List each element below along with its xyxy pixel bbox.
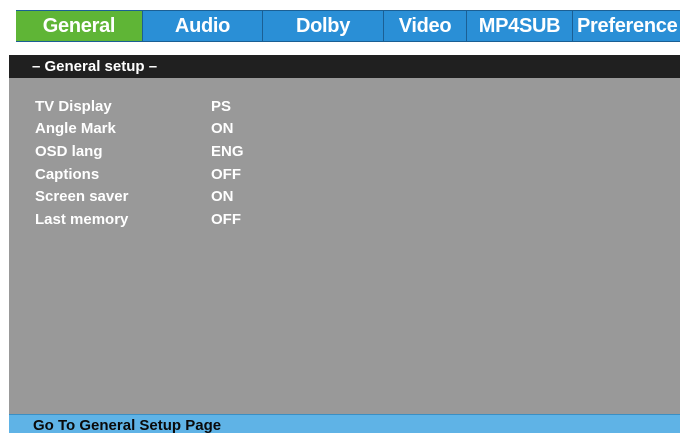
setting-row-osd-lang[interactable]: OSD lang ENG [35, 140, 291, 163]
setting-value: ENG [211, 142, 244, 160]
setting-label: Screen saver [35, 188, 129, 206]
setting-label: TV Display [35, 97, 112, 115]
setting-value: OFF [211, 165, 241, 183]
setting-row-last-memory[interactable]: Last memory OFF [35, 208, 291, 231]
setting-label: Angle Mark [35, 120, 116, 138]
setting-value: PS [211, 97, 232, 115]
setting-row-angle-mark[interactable]: Angle Mark ON [35, 118, 291, 141]
setting-value: OFF [211, 210, 241, 228]
section-header: – General setup – [9, 55, 680, 78]
tab-general[interactable]: General [16, 11, 143, 41]
setting-label: Last memory [35, 210, 129, 228]
setting-row-captions[interactable]: Captions OFF [35, 163, 291, 186]
setting-row-screen-saver[interactable]: Screen saver ON [35, 185, 291, 208]
setting-value: ON [211, 188, 234, 206]
setting-row-tv-display[interactable]: TV Display PS [35, 95, 291, 118]
dvd-setup-screen: General Audio Dolby Video MP4SUB Prefere… [0, 0, 680, 433]
tab-audio[interactable]: Audio [143, 11, 263, 41]
tab-dolby[interactable]: Dolby [263, 11, 384, 41]
setting-label: Captions [35, 165, 100, 183]
tab-bar: General Audio Dolby Video MP4SUB Prefere… [16, 10, 680, 42]
setting-value: ON [211, 120, 234, 138]
tab-preference[interactable]: Preference [573, 11, 680, 41]
tab-mp4sub[interactable]: MP4SUB [467, 11, 573, 41]
setting-label: OSD lang [35, 142, 103, 160]
settings-list: TV Display PS Angle Mark ON OSD lang ENG… [35, 95, 291, 231]
status-bar: Go To General Setup Page [9, 414, 680, 433]
tab-video[interactable]: Video [384, 11, 467, 41]
settings-panel: – General setup – TV Display PS Angle Ma… [9, 55, 680, 433]
